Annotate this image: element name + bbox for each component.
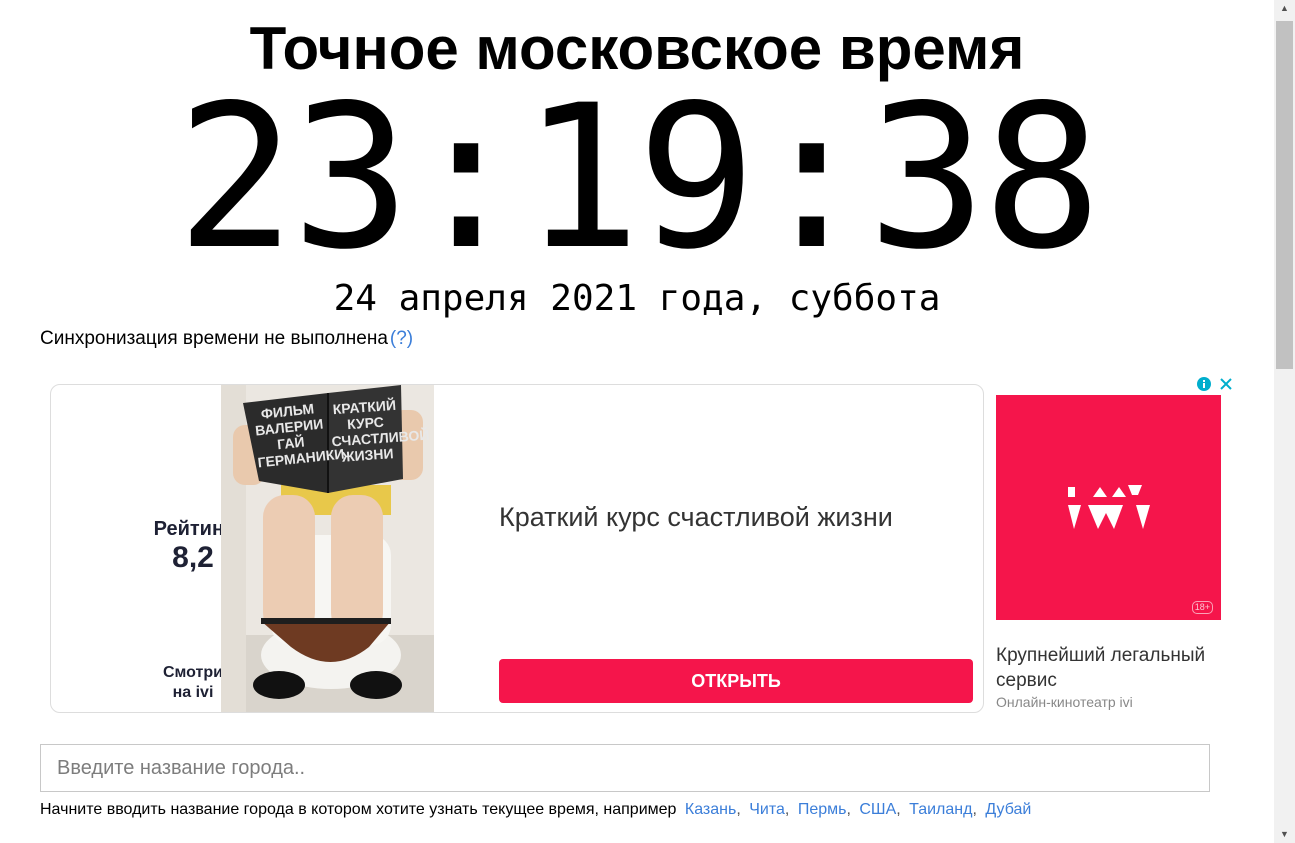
separator: , (896, 801, 901, 818)
clock-display: 23:19:38 (176, 62, 1102, 293)
ad-open-button[interactable]: ОТКРЫТЬ (499, 659, 973, 703)
search-hint: Начните вводить название города в которо… (40, 800, 1031, 820)
separator: , (736, 801, 741, 818)
date-display: 24 апреля 2021 года, суббота (333, 278, 941, 319)
scroll-up-arrow-icon[interactable]: ▲ (1274, 0, 1295, 17)
separator: , (784, 801, 790, 818)
sync-status: Синхронизация времени не выполнена (?) (40, 327, 413, 351)
city-search-input[interactable] (40, 744, 1210, 792)
city-link-usa[interactable]: США (859, 801, 896, 818)
age-rating-badge: 18+ (1191, 601, 1213, 614)
ad-info-icon[interactable] (1197, 377, 1211, 391)
search-hint-text: Начните вводить название города в которо… (40, 801, 677, 818)
ad-close-icon[interactable] (1220, 378, 1232, 390)
sync-status-text: Синхронизация времени не выполнена (40, 328, 388, 349)
ad-headline[interactable]: Краткий курс счастливой жизни (499, 499, 893, 535)
city-link-dubai[interactable]: Дубай (985, 801, 1031, 818)
separator: , (972, 801, 977, 818)
ad-poster-image[interactable]: ФИЛЬМ ВАЛЕРИИ ГАЙ ГЕРМАНИКИ КРАТКИЙ КУРС… (221, 385, 434, 712)
city-link-chita[interactable]: Чита (749, 801, 785, 818)
page: Точное московское время 23:19:38 24 апре… (0, 0, 1274, 843)
side-ad-subtitle[interactable]: Онлайн-кинотеатр ivi (996, 693, 1133, 711)
ad-banner[interactable]: Рейтинг 8,2 Смотри на ivi ФИЛЬМ ВАЛЕРИИ … (50, 384, 984, 713)
city-link-perm[interactable]: Пермь (798, 801, 847, 818)
city-link-kazan[interactable]: Казань (685, 801, 736, 818)
scroll-down-arrow-icon[interactable]: ▼ (1274, 826, 1295, 843)
ad-choices[interactable] (1196, 376, 1234, 392)
side-ad-title[interactable]: Крупнейший легальный сервис (996, 643, 1216, 693)
sync-help-link[interactable]: (?) (390, 328, 413, 349)
ivi-logo (1068, 485, 1150, 529)
city-link-thailand[interactable]: Таиланд (909, 801, 972, 818)
poster-book-left-text: ФИЛЬМ ВАЛЕРИИ ГАЙ ГЕРМАНИКИ (252, 400, 345, 470)
separator: , (846, 801, 851, 818)
ivi-logo-banner[interactable]: 18+ (996, 395, 1221, 620)
page-scrollbar[interactable]: ▲ ▼ (1274, 0, 1295, 843)
poster-book-right-text: КРАТКИЙ КУРС СЧАСТЛИВОЙ ЖИЗНИ (329, 397, 430, 466)
scrollbar-thumb[interactable] (1276, 21, 1293, 369)
